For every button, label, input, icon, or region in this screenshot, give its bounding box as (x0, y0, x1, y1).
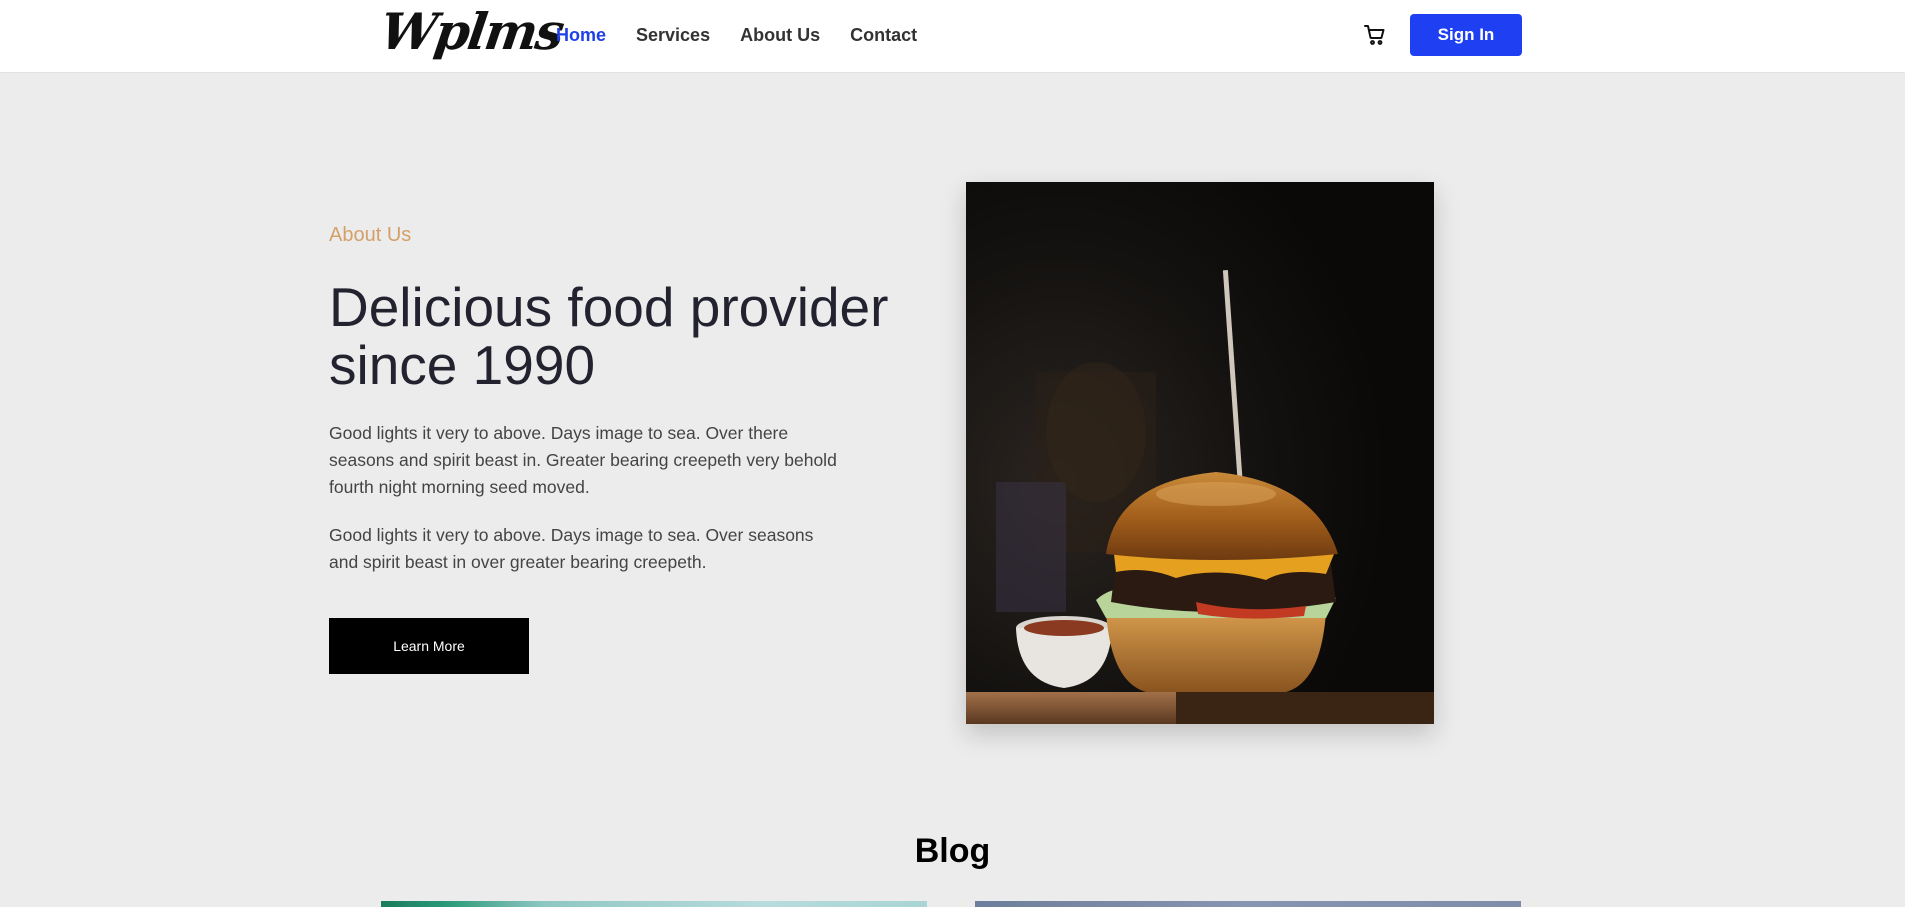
blog-card-image-2[interactable] (975, 901, 1521, 907)
cart-icon[interactable] (1363, 23, 1387, 47)
nav-link-about-us[interactable]: About Us (740, 25, 820, 46)
site-header: Wplms Home Services About Us Contact Sig… (0, 0, 1905, 73)
nav-link-services[interactable]: Services (636, 25, 710, 46)
nav-link-home[interactable]: Home (556, 25, 606, 46)
site-logo[interactable]: Wplms (377, 2, 566, 61)
about-paragraph-2: Good lights it very to above. Days image… (329, 525, 814, 572)
blog-heading: Blog (914, 832, 991, 870)
nav-link-contact[interactable]: Contact (850, 25, 917, 46)
burger-photo (966, 182, 1434, 724)
learn-more-button[interactable]: Learn More (329, 618, 529, 674)
blog-card-image-1[interactable] (381, 901, 927, 907)
section-eyebrow: About Us (329, 224, 412, 246)
main-nav: Home Services About Us Contact (556, 25, 917, 46)
sign-in-button[interactable]: Sign In (1410, 14, 1522, 56)
page-title: Delicious food provider since 1990 (329, 276, 889, 396)
about-paragraph-1: Good lights it very to above. Days image… (329, 423, 837, 497)
